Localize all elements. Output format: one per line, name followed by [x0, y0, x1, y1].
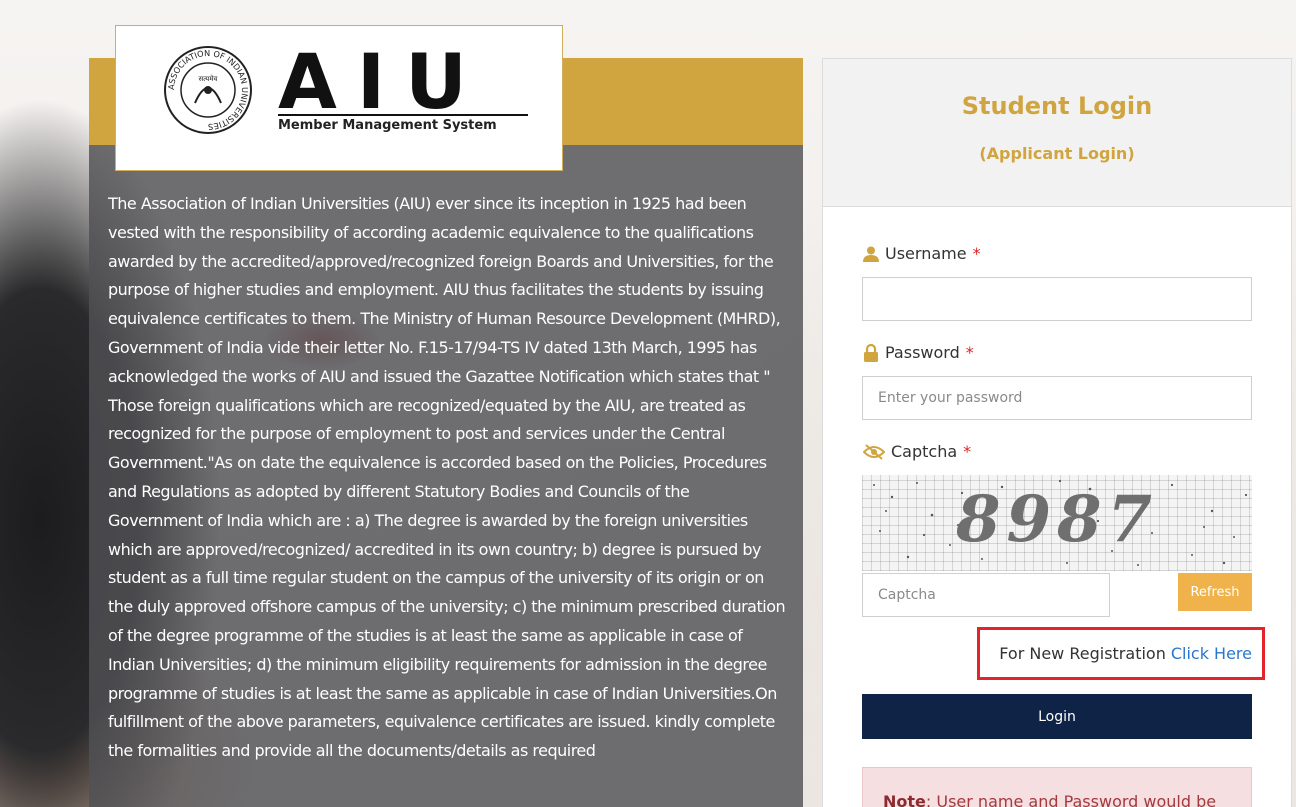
logo-divider [278, 114, 528, 116]
logo-wordmark: AIU [278, 37, 487, 126]
required-mark: * [963, 442, 972, 461]
new-registration-box: For New Registration Click Here [977, 627, 1265, 680]
login-card: Student Login (Applicant Login) Username… [822, 58, 1292, 807]
captcha-input[interactable] [862, 573, 1110, 617]
captcha-label: Captcha * [863, 442, 971, 461]
password-label: Password * [863, 343, 974, 362]
aiu-seal-icon: ASSOCIATION OF INDIAN UNIVERSITIES सत्यम… [164, 46, 252, 134]
aiu-logo: ASSOCIATION OF INDIAN UNIVERSITIES सत्यम… [115, 25, 563, 171]
login-subtitle: (Applicant Login) [979, 144, 1135, 163]
note-label: Note [883, 792, 926, 807]
user-icon [863, 246, 879, 262]
logo-subtitle: Member Management System [278, 118, 497, 133]
note-box: Note: User name and Password would be [862, 767, 1252, 807]
username-input[interactable] [862, 277, 1252, 321]
refresh-captcha-button[interactable]: Refresh [1178, 573, 1252, 611]
captcha-label-text: Captcha [891, 442, 958, 461]
login-title: Student Login [961, 92, 1153, 120]
username-label: Username * [863, 244, 981, 263]
required-mark: * [965, 343, 974, 362]
captcha-code: 8987 [955, 482, 1159, 557]
eye-slash-icon [863, 443, 885, 460]
password-label-text: Password [885, 343, 960, 362]
registration-prefix: For New Registration [999, 644, 1166, 663]
login-button[interactable]: Login [862, 694, 1252, 739]
registration-link[interactable]: Click Here [1171, 644, 1252, 663]
username-label-text: Username [885, 244, 967, 263]
required-mark: * [972, 244, 981, 263]
note-text: : User name and Password would be [925, 792, 1217, 807]
captcha-image: 8987 [862, 475, 1252, 571]
seal-inner-text: सत्यमेव [199, 74, 218, 83]
login-header: Student Login (Applicant Login) [823, 59, 1291, 207]
about-aiu-text: The Association of Indian Universities (… [108, 194, 786, 761]
lock-icon [864, 343, 878, 362]
password-input[interactable] [862, 376, 1252, 420]
